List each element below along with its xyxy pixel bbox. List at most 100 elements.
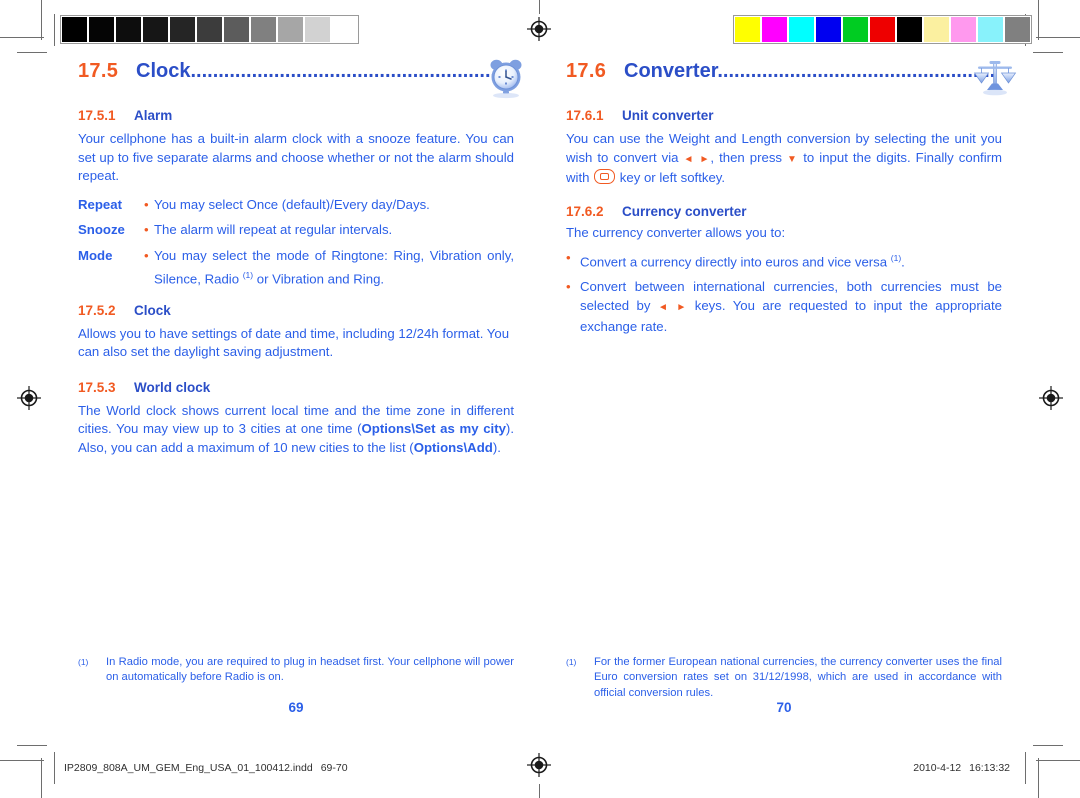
list-item-text: Convert a currency directly into euros a… bbox=[580, 253, 905, 270]
footnote-right: (1) For the former European national cur… bbox=[566, 655, 1002, 701]
gray-swatch-8 bbox=[278, 17, 303, 42]
gray-swatch-5 bbox=[197, 17, 222, 42]
crop-mark bbox=[1033, 52, 1063, 53]
slug-filename: IP2809_808A_UM_GEM_Eng_USA_01_100412.ind… bbox=[64, 762, 348, 774]
subsection-heading-clock: 17.5.2 Clock bbox=[78, 303, 514, 318]
unit-converter-paragraph: You can use the Weight and Length conver… bbox=[566, 131, 1003, 186]
color-swatch-7 bbox=[924, 17, 949, 42]
color-swatch-2 bbox=[789, 17, 814, 42]
crop-mark bbox=[1036, 37, 1080, 38]
crop-mark bbox=[0, 760, 44, 761]
print-proof-page: 17.5 Clock..............................… bbox=[0, 0, 1080, 798]
registration-target-icon bbox=[526, 16, 552, 42]
section-heading-converter: 17.6 Converter..........................… bbox=[566, 60, 1017, 106]
crop-mark bbox=[1038, 0, 1039, 40]
list-item-text: Convert between international currencies… bbox=[580, 279, 1002, 334]
crop-mark bbox=[41, 758, 42, 798]
bullet-icon: • bbox=[144, 247, 149, 263]
section-number: 17.5 bbox=[78, 60, 119, 82]
crop-mark bbox=[0, 37, 44, 38]
gray-swatch-7 bbox=[251, 17, 276, 42]
crop-mark bbox=[41, 0, 42, 40]
left-right-arrow-keys-icon: ◄ ► bbox=[657, 301, 688, 313]
crop-mark bbox=[17, 745, 47, 746]
color-calibration-bar bbox=[733, 15, 1032, 44]
subsection-number: 17.5.3 bbox=[78, 379, 116, 395]
footnote-marker: (1) bbox=[890, 253, 902, 264]
footnote-left: (1) In Radio mode, you are required to p… bbox=[78, 655, 514, 686]
page-number-right: 70 bbox=[776, 700, 792, 715]
crop-mark bbox=[54, 14, 55, 46]
color-swatch-8 bbox=[951, 17, 976, 42]
footnote-marker: (1) bbox=[78, 657, 89, 667]
subsection-title: World clock bbox=[134, 379, 211, 395]
clock-paragraph: Allows you to have settings of date and … bbox=[78, 325, 510, 360]
slug-timestamp: 2010-4-12 16:13:32 bbox=[913, 762, 1010, 774]
color-swatch-5 bbox=[870, 17, 895, 42]
color-swatch-0 bbox=[735, 17, 760, 42]
world-clock-paragraph: The World clock shows current local time… bbox=[78, 402, 514, 455]
subsection-title: Alarm bbox=[134, 108, 173, 123]
crop-mark bbox=[17, 52, 47, 53]
section-title: Clock...................................… bbox=[136, 60, 514, 82]
definition-row-snooze: Snooze • The alarm will repeat at regula… bbox=[78, 221, 514, 240]
subsection-heading-unit-converter: 17.6.1 Unit converter bbox=[566, 108, 1002, 123]
registration-target-icon bbox=[1038, 385, 1064, 411]
definition-term: Snooze bbox=[78, 222, 125, 238]
subsection-number: 17.5.1 bbox=[78, 108, 116, 123]
fold-mark bbox=[539, 0, 540, 14]
color-swatch-6 bbox=[897, 17, 922, 42]
definition-row-repeat: Repeat • You may select Once (default)/E… bbox=[78, 196, 514, 215]
color-swatch-4 bbox=[843, 17, 868, 42]
subsection-heading-world-clock: 17.5.3 World clock bbox=[78, 380, 514, 395]
definition-text: You may select the mode of Ringtone: Rin… bbox=[154, 247, 514, 286]
crop-mark bbox=[1036, 760, 1080, 761]
currency-converter-lead: The currency converter allows you to: bbox=[566, 224, 786, 240]
alarm-clock-icon bbox=[484, 54, 530, 100]
subsection-heading-alarm: 17.5.1 Alarm bbox=[78, 108, 514, 123]
bullet-icon: • bbox=[144, 196, 149, 212]
ok-key-icon bbox=[594, 169, 616, 185]
footnote-marker: (1) bbox=[566, 657, 577, 667]
subsection-title: Currency converter bbox=[622, 203, 747, 219]
color-swatch-9 bbox=[978, 17, 1003, 42]
section-title: Converter...............................… bbox=[624, 60, 996, 82]
subsection-title: Clock bbox=[134, 302, 171, 318]
section-heading-clock: 17.5 Clock..............................… bbox=[78, 59, 522, 106]
definition-term: Mode bbox=[78, 247, 113, 263]
bullet-icon: • bbox=[566, 279, 571, 295]
definition-text: You may select Once (default)/Every day/… bbox=[154, 196, 430, 212]
footnote-marker: (1) bbox=[242, 269, 254, 280]
subsection-heading-currency-converter: 17.6.2 Currency converter bbox=[566, 204, 1002, 219]
crop-mark bbox=[54, 752, 55, 784]
crop-mark bbox=[1025, 752, 1026, 784]
menu-path-set-as-my-city: Options\Set as my city bbox=[361, 421, 506, 437]
definition-row-mode: Mode • You may select the mode of Ringto… bbox=[78, 247, 514, 289]
currency-converter-bullets: • Convert a currency directly into euros… bbox=[566, 249, 1002, 336]
color-swatch-1 bbox=[762, 17, 787, 42]
menu-path-add: Options\Add bbox=[413, 439, 493, 455]
subsection-number: 17.6.1 bbox=[566, 108, 604, 123]
subsection-number: 17.6.2 bbox=[566, 203, 604, 219]
gray-swatch-6 bbox=[224, 17, 249, 42]
list-item: • Convert a currency directly into euros… bbox=[566, 249, 1002, 272]
down-arrow-key-icon: ▼ bbox=[787, 153, 799, 165]
gray-swatch-0 bbox=[62, 17, 87, 42]
registration-target-icon bbox=[526, 752, 552, 778]
gray-swatch-4 bbox=[170, 17, 195, 42]
alarm-paragraph: Your cellphone has a built-in alarm cloc… bbox=[78, 131, 514, 184]
color-swatch-10 bbox=[1005, 17, 1030, 42]
bullet-icon: • bbox=[566, 250, 571, 266]
list-item: • Convert between international currenci… bbox=[566, 278, 1002, 336]
page-number-left: 69 bbox=[288, 700, 304, 715]
section-number: 17.6 bbox=[566, 60, 607, 82]
gray-swatch-1 bbox=[89, 17, 114, 42]
gray-swatch-2 bbox=[116, 17, 141, 42]
registration-target-icon bbox=[16, 385, 42, 411]
footnote-text: In Radio mode, you are required to plug … bbox=[106, 656, 514, 684]
footnote-text: For the former European national currenc… bbox=[594, 656, 1002, 699]
gray-swatch-10 bbox=[332, 17, 357, 42]
right-page-column: 17.6 Converter..........................… bbox=[566, 60, 1017, 342]
gray-swatch-3 bbox=[143, 17, 168, 42]
alarm-options-list: Repeat • You may select Once (default)/E… bbox=[78, 196, 514, 289]
